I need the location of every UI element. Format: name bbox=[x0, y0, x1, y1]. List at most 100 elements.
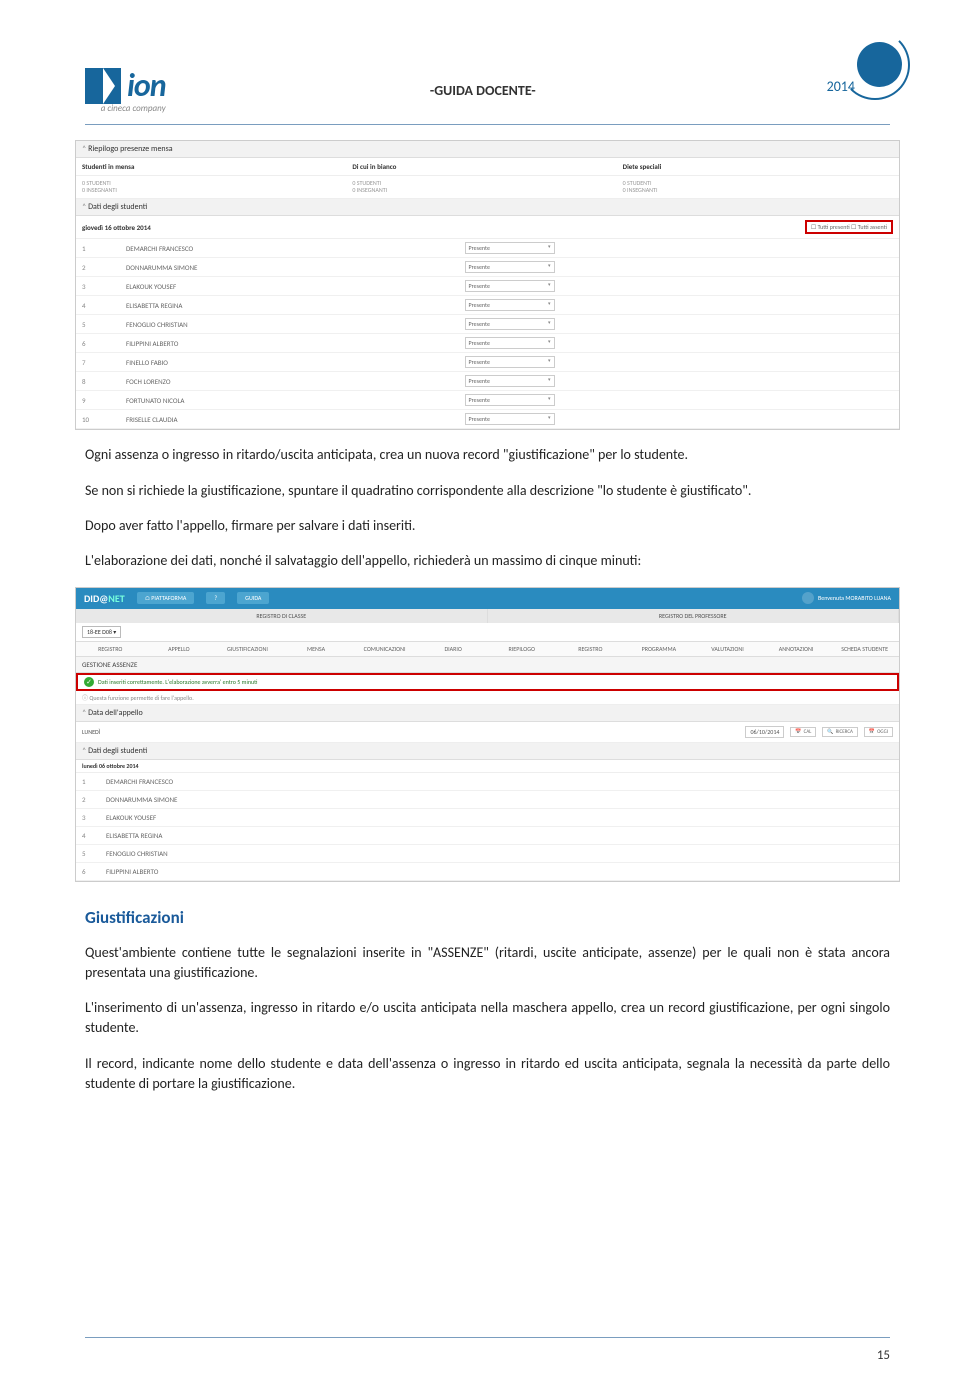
student-row: 3ELAKOUK YOUSEF bbox=[76, 809, 899, 827]
student-index: 1 bbox=[82, 777, 106, 786]
paragraph: Ogni assenza o ingresso in ritardo/uscit… bbox=[85, 445, 890, 465]
student-row: 8FOCH LORENZOPresente bbox=[76, 372, 899, 391]
student-index: 6 bbox=[82, 339, 106, 348]
btn-tutti-assenti[interactable]: Tutti assenti bbox=[858, 223, 887, 231]
btn-ricerca[interactable]: 🔍 RICERCA bbox=[822, 727, 858, 737]
nav-tabs: REGISTROAPPELLOGIUSTIFICAZIONIMENSACOMUN… bbox=[76, 642, 899, 657]
student-name: FENOGLIO CHRISTIAN bbox=[106, 849, 168, 858]
student-index: 2 bbox=[82, 263, 106, 272]
page-header: ion a cineca company -GUIDA DOCENTE- 201… bbox=[85, 60, 890, 125]
presence-select[interactable]: Presente bbox=[465, 242, 555, 254]
student-index: 3 bbox=[82, 282, 106, 291]
btn-piattaforma[interactable]: ⌂ PIATTAFORMA bbox=[137, 592, 195, 604]
tab-registro[interactable]: REGISTRO bbox=[556, 642, 625, 656]
student-name: ELISABETTA REGINA bbox=[126, 301, 445, 310]
tab-annotazioni[interactable]: ANNOTAZIONI bbox=[762, 642, 831, 656]
student-name: ELISABETTA REGINA bbox=[106, 831, 162, 840]
presence-select[interactable]: Presente bbox=[465, 318, 555, 330]
user-badge[interactable]: Benvenuta MORABITO LUANA bbox=[802, 592, 891, 604]
col3-val: 0 STUDENTI0 INSEGNANTI bbox=[623, 180, 893, 194]
page-number: 15 bbox=[877, 1348, 890, 1363]
student-name: DONNARUMMA SIMONE bbox=[106, 795, 177, 804]
page-title: -GUIDA DOCENTE- bbox=[430, 82, 536, 99]
btn-cal[interactable]: 📅 CAL bbox=[790, 727, 816, 737]
presence-select[interactable]: Presente bbox=[465, 413, 555, 425]
tab-diario[interactable]: DIARIO bbox=[419, 642, 488, 656]
presence-select[interactable]: Presente bbox=[465, 299, 555, 311]
tab-riepilogo[interactable]: RIEPILOGO bbox=[487, 642, 556, 656]
btn-oggi[interactable]: 📅 OGGI bbox=[864, 727, 893, 737]
student-name: FRISELLE CLAUDIA bbox=[126, 415, 445, 424]
date-input[interactable]: 06/10/2014 bbox=[745, 726, 784, 738]
year-badge: 2014 bbox=[800, 60, 890, 120]
student-row: 1DEMARCHI FRANCESCO bbox=[76, 773, 899, 791]
student-row: 2DONNARUMMA SIMONE bbox=[76, 791, 899, 809]
tab-giustificazioni[interactable]: GIUSTIFICAZIONI bbox=[213, 642, 282, 656]
tab-valutazioni[interactable]: VALUTAZIONI bbox=[693, 642, 762, 656]
section-dati-studenti: Dati degli studenti bbox=[76, 199, 899, 216]
student-index: 6 bbox=[82, 867, 106, 876]
student-index: 4 bbox=[82, 301, 106, 310]
student-name: FORTUNATO NICOLA bbox=[126, 396, 445, 405]
student-row: 1DEMARCHI FRANCESCOPresente bbox=[76, 239, 899, 258]
btn-guida[interactable]: GUIDA bbox=[237, 592, 269, 604]
logo-mark bbox=[85, 68, 121, 104]
class-select[interactable]: 18-EE D08 ▾ bbox=[82, 626, 121, 638]
student-name: ELAKOUK YOUSEF bbox=[126, 282, 445, 291]
student-row: 6FILIPPINI ALBERTOPresente bbox=[76, 334, 899, 353]
section-dati-studenti: Dati degli studenti bbox=[76, 743, 899, 760]
app-logo: DID@NET bbox=[84, 592, 125, 605]
tab-comunicazioni[interactable]: COMUNICAZIONI bbox=[350, 642, 419, 656]
paragraph: Se non si richiede la giustificazione, s… bbox=[85, 481, 890, 501]
presence-select[interactable]: Presente bbox=[465, 394, 555, 406]
year: 2014 bbox=[827, 78, 855, 95]
student-row: 5FENOGLIO CHRISTIAN bbox=[76, 845, 899, 863]
col-diete-head: Diete speciali bbox=[623, 162, 893, 171]
screenshot-appello: Riepilogo presenze mensa Studenti in men… bbox=[75, 140, 900, 430]
presence-select[interactable]: Presente bbox=[465, 375, 555, 387]
success-message: Dati inseriti correttamente. L'elaborazi… bbox=[76, 673, 899, 691]
student-row: 7FINELLO FABIOPresente bbox=[76, 353, 899, 372]
paragraph: Dopo aver fatto l'appello, firmare per s… bbox=[85, 516, 890, 536]
student-name: DEMARCHI FRANCESCO bbox=[106, 777, 173, 786]
student-name: FOCH LORENZO bbox=[126, 377, 445, 386]
col1-val: 0 STUDENTI0 INSEGNANTI bbox=[82, 180, 352, 194]
btn-help[interactable]: ? bbox=[206, 592, 225, 604]
section-mensa: Riepilogo presenze mensa bbox=[76, 141, 899, 158]
tab-appello[interactable]: APPELLO bbox=[145, 642, 214, 656]
btn-tutti-presenti[interactable]: Tutti presenti bbox=[818, 223, 850, 231]
date-long: lunedì 06 ottobre 2014 bbox=[76, 760, 899, 773]
student-name: FILIPPINI ALBERTO bbox=[106, 867, 158, 876]
student-name: FENOGLIO CHRISTIAN bbox=[126, 320, 445, 329]
student-index: 1 bbox=[82, 244, 106, 253]
tab-scheda studente[interactable]: SCHEDA STUDENTE bbox=[830, 642, 899, 656]
day-label: LUNEDÌ bbox=[82, 728, 739, 736]
highlight-tutti: ☐ Tutti presenti ☐ Tutti assenti bbox=[805, 220, 893, 234]
paragraph: Il record, indicante nome dello studente… bbox=[85, 1054, 890, 1095]
section-heading: Giustificazioni bbox=[85, 907, 890, 928]
paragraph: L'elaborazione dei dati, nonché il salva… bbox=[85, 551, 890, 571]
presence-select[interactable]: Presente bbox=[465, 261, 555, 273]
screenshot-gestione-assenze: DID@NET ⌂ PIATTAFORMA ? GUIDA Benvenuta … bbox=[75, 587, 900, 882]
presence-select[interactable]: Presente bbox=[465, 337, 555, 349]
student-row: 4ELISABETTA REGINA bbox=[76, 827, 899, 845]
student-index: 5 bbox=[82, 849, 106, 858]
student-row: 5 FENOGLIO CHRISTIAN Presente bbox=[76, 315, 899, 334]
student-row: 4 ELISABETTA REGINA Presente bbox=[76, 296, 899, 315]
tab-registro[interactable]: REGISTRO bbox=[76, 642, 145, 656]
app-topbar: DID@NET ⌂ PIATTAFORMA ? GUIDA Benvenuta … bbox=[76, 588, 899, 609]
presence-select[interactable]: Presente bbox=[465, 280, 555, 292]
reg-classe-head: REGISTRO DI CLASSE bbox=[76, 609, 488, 623]
student-row: 2DONNARUMMA SIMONEPresente bbox=[76, 258, 899, 277]
student-index: 5 bbox=[82, 320, 106, 329]
paragraph: L'inserimento di un'assenza, ingresso in… bbox=[85, 998, 890, 1039]
footer-rule bbox=[85, 1337, 890, 1338]
section-data-appello: Data dell'appello bbox=[76, 705, 899, 722]
reg-prof-head: REGISTRO DEL PROFESSORE bbox=[488, 609, 900, 623]
col-mensa-head: Studenti in mensa bbox=[82, 162, 352, 171]
tab-mensa[interactable]: MENSA bbox=[282, 642, 351, 656]
student-row: 10FRISELLE CLAUDIAPresente bbox=[76, 410, 899, 429]
logo-text: ion bbox=[123, 66, 166, 105]
tab-programma[interactable]: PROGRAMMA bbox=[625, 642, 694, 656]
presence-select[interactable]: Presente bbox=[465, 356, 555, 368]
